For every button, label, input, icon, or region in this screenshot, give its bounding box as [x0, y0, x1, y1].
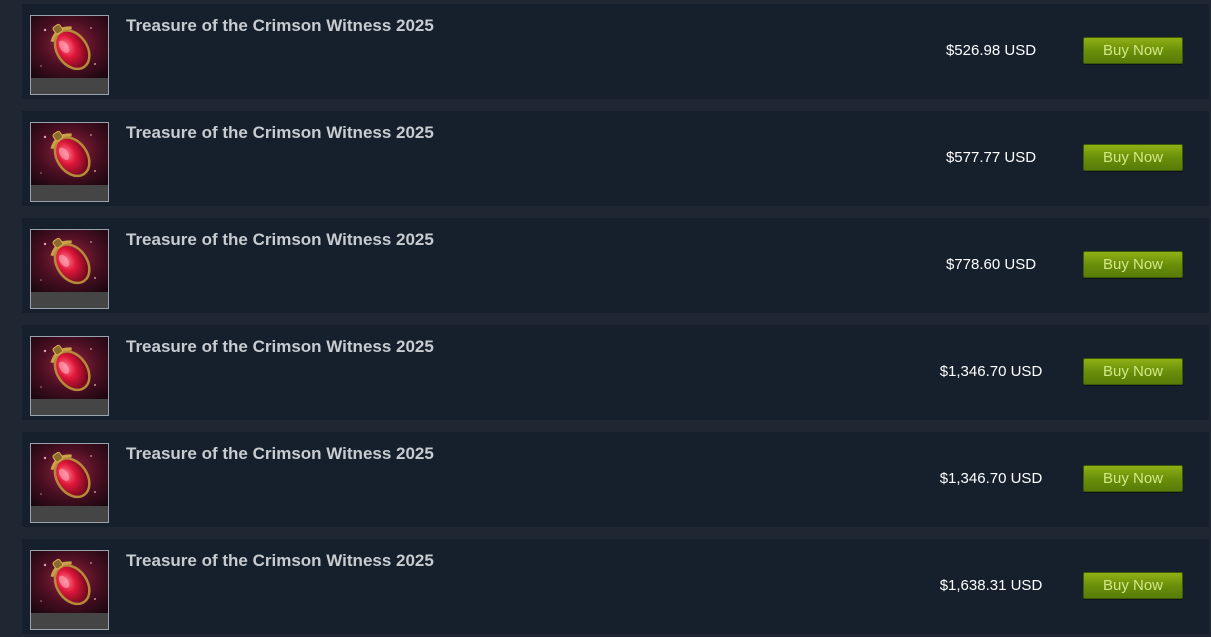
item-name[interactable]: Treasure of the Crimson Witness 2025: [126, 16, 434, 36]
crimson-treasure-icon[interactable]: [30, 443, 109, 523]
listing-row: Treasure of the Crimson Witness 2025 $1,…: [22, 325, 1209, 420]
listing-price: $526.98 USD: [945, 42, 1037, 59]
buy-now-button[interactable]: Buy Now: [1083, 358, 1183, 385]
item-name[interactable]: Treasure of the Crimson Witness 2025: [126, 444, 434, 464]
buy-now-button[interactable]: Buy Now: [1083, 251, 1183, 278]
item-name[interactable]: Treasure of the Crimson Witness 2025: [126, 230, 434, 250]
listing-price: $1,638.31 USD: [939, 577, 1043, 594]
item-name[interactable]: Treasure of the Crimson Witness 2025: [126, 337, 434, 357]
crimson-treasure-icon[interactable]: [30, 550, 109, 630]
buy-now-button[interactable]: Buy Now: [1083, 144, 1183, 171]
listing-row: Treasure of the Crimson Witness 2025 $77…: [22, 218, 1209, 313]
market-listings: Treasure of the Crimson Witness 2025 $52…: [0, 0, 1211, 637]
listing-row: Treasure of the Crimson Witness 2025 $57…: [22, 111, 1209, 206]
item-name[interactable]: Treasure of the Crimson Witness 2025: [126, 551, 434, 571]
listing-price: $778.60 USD: [945, 256, 1037, 273]
crimson-treasure-icon[interactable]: [30, 122, 109, 202]
listing-price: $577.77 USD: [945, 149, 1037, 166]
listing-row: Treasure of the Crimson Witness 2025 $52…: [22, 4, 1209, 99]
buy-now-button[interactable]: Buy Now: [1083, 465, 1183, 492]
crimson-treasure-icon[interactable]: [30, 15, 109, 95]
listing-price: $1,346.70 USD: [939, 363, 1043, 380]
crimson-treasure-icon[interactable]: [30, 336, 109, 416]
listing-price: $1,346.70 USD: [939, 470, 1043, 487]
item-name[interactable]: Treasure of the Crimson Witness 2025: [126, 123, 434, 143]
listing-row: Treasure of the Crimson Witness 2025 $1,…: [22, 539, 1209, 634]
listing-row: Treasure of the Crimson Witness 2025 $1,…: [22, 432, 1209, 527]
crimson-treasure-icon[interactable]: [30, 229, 109, 309]
buy-now-button[interactable]: Buy Now: [1083, 572, 1183, 599]
buy-now-button[interactable]: Buy Now: [1083, 37, 1183, 64]
